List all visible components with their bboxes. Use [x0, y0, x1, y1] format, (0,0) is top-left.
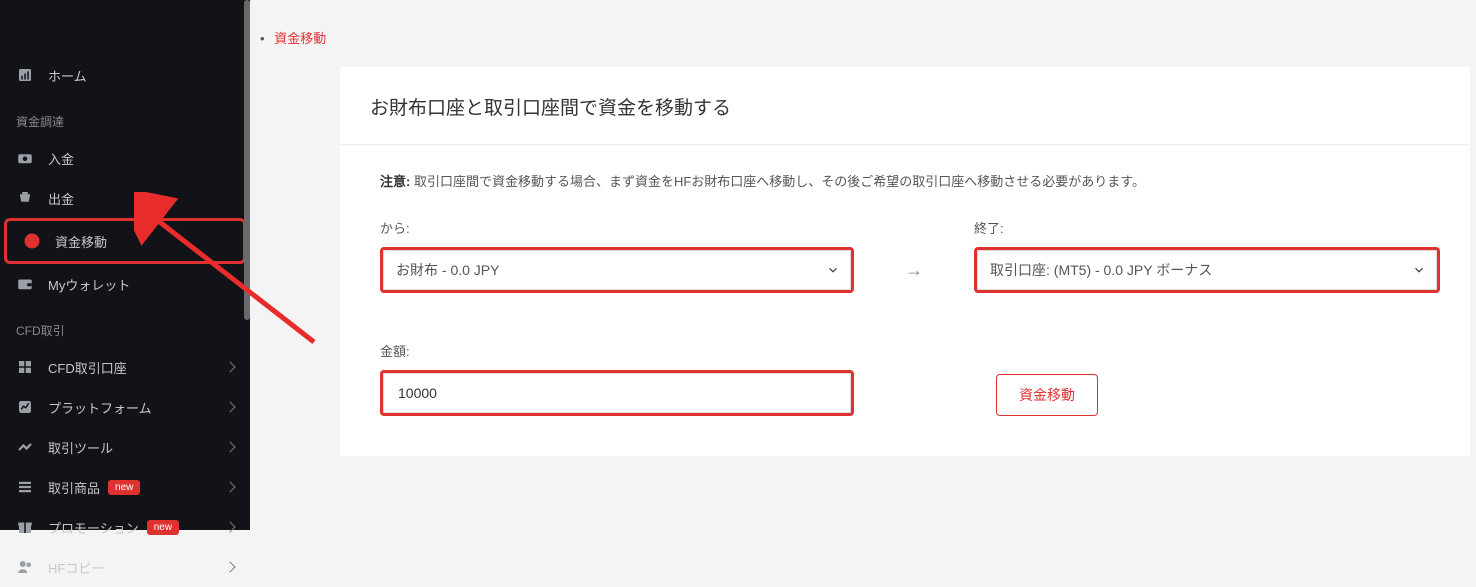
sidebar-item-label: プロモーション	[48, 518, 139, 537]
withdraw-icon	[16, 189, 34, 207]
breadcrumb: • 資金移動	[250, 0, 1476, 67]
chevron-right-icon	[224, 441, 235, 452]
sidebar: ホーム 資金調達 入金 出金 資金移動 Myウォレット CFD取引 CF	[0, 0, 250, 530]
notice-body: 取引口座間で資金移動する場合、まず資金をHFお財布口座へ移動し、その後ご希望の取…	[410, 174, 1145, 189]
sidebar-item-label: CFD取引口座	[48, 358, 127, 377]
sidebar-item-transfer[interactable]: 資金移動	[7, 221, 243, 261]
amount-label: 金額:	[380, 341, 854, 360]
arrow-right-icon: →	[854, 247, 974, 293]
transfer-icon	[23, 232, 41, 250]
breadcrumb-current[interactable]: 資金移動	[274, 31, 326, 46]
sidebar-item-promotion[interactable]: プロモーション new	[0, 507, 250, 547]
chevron-right-icon	[224, 481, 235, 492]
sidebar-item-home[interactable]: ホーム	[0, 55, 250, 95]
main-content: • 資金移動 お財布口座と取引口座間で資金を移動する 注意: 取引口座間で資金移…	[250, 0, 1476, 530]
sidebar-item-label: Myウォレット	[48, 275, 130, 294]
highlight-amount-input	[380, 370, 854, 416]
chevron-right-icon	[224, 361, 235, 372]
sidebar-item-label: プラットフォーム	[48, 398, 152, 417]
sidebar-item-label: 出金	[48, 189, 74, 208]
badge-new: new	[147, 520, 179, 535]
from-label: から:	[380, 218, 854, 237]
chevron-right-icon	[224, 521, 235, 532]
highlight-to-select: 取引口座: (MT5) - 0.0 JPY ボーナス	[974, 247, 1440, 293]
sidebar-item-wallet[interactable]: Myウォレット	[0, 264, 250, 304]
to-account-select[interactable]: 取引口座: (MT5) - 0.0 JPY ボーナス	[977, 250, 1437, 290]
sidebar-item-withdraw[interactable]: 出金	[0, 178, 250, 218]
chevron-right-icon	[224, 561, 235, 572]
sidebar-item-label: 資金移動	[55, 232, 107, 251]
sidebar-item-cfd-account[interactable]: CFD取引口座	[0, 347, 250, 387]
sidebar-item-platform[interactable]: プラットフォーム	[0, 387, 250, 427]
wallet-icon	[16, 275, 34, 293]
highlight-transfer-nav: 資金移動	[4, 218, 246, 264]
chart-icon	[16, 398, 34, 416]
list-icon	[16, 478, 34, 496]
users-icon	[16, 558, 34, 576]
grid-icon	[16, 358, 34, 376]
sidebar-item-label: ホーム	[48, 66, 87, 85]
sidebar-item-label: 取引ツール	[48, 438, 113, 457]
sidebar-item-trading-product[interactable]: 取引商品 new	[0, 467, 250, 507]
from-account-select[interactable]: お財布 - 0.0 JPY	[383, 250, 851, 290]
transfer-submit-button[interactable]: 資金移動	[996, 374, 1098, 416]
home-icon	[16, 66, 34, 84]
sidebar-item-label: HFコピー	[48, 558, 104, 577]
highlight-from-select: お財布 - 0.0 JPY	[380, 247, 854, 293]
notice-label: 注意:	[380, 174, 410, 189]
notice-text: 注意: 取引口座間で資金移動する場合、まず資金をHFお財布口座へ移動し、その後ご…	[380, 171, 1440, 190]
bullet-icon: •	[260, 31, 265, 46]
sidebar-item-trading-tool[interactable]: 取引ツール	[0, 427, 250, 467]
sidebar-item-label: 入金	[48, 149, 74, 168]
tool-icon	[16, 438, 34, 456]
sidebar-item-deposit[interactable]: 入金	[0, 138, 250, 178]
amount-input[interactable]	[383, 373, 851, 413]
sidebar-section-cfd: CFD取引	[0, 304, 250, 347]
card-title: お財布口座と取引口座間で資金を移動する	[340, 67, 1470, 145]
chevron-right-icon	[224, 401, 235, 412]
transfer-card: お財布口座と取引口座間で資金を移動する 注意: 取引口座間で資金移動する場合、ま…	[340, 67, 1470, 456]
sidebar-section-funding: 資金調達	[0, 95, 250, 138]
sidebar-item-hfcopy[interactable]: HFコピー	[0, 547, 250, 587]
gift-icon	[16, 518, 34, 536]
sidebar-item-label: 取引商品	[48, 478, 100, 497]
badge-new: new	[108, 480, 140, 495]
deposit-icon	[16, 149, 34, 167]
to-label: 終了:	[974, 218, 1440, 237]
